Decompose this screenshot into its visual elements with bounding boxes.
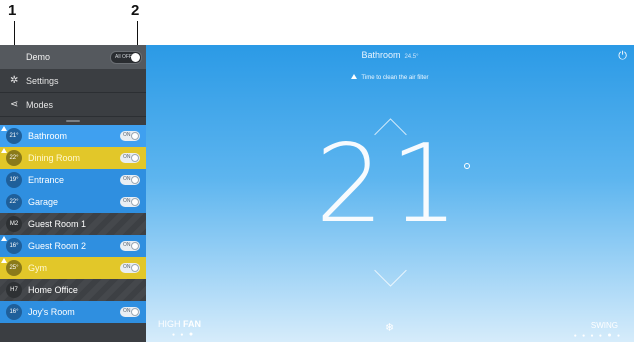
warning-icon xyxy=(1,236,7,241)
room-name: Guest Room 2 xyxy=(28,241,87,251)
callout-2: 2 xyxy=(131,2,140,19)
room-toggle-label: ON xyxy=(123,242,131,248)
room-toggle[interactable]: ON xyxy=(120,263,140,273)
room-name: Garage xyxy=(28,197,59,207)
room-name: Dining Room xyxy=(28,153,81,163)
room-mode-badge: M2 xyxy=(6,216,22,232)
room-item-joys-room[interactable]: 16° Joy's Room ON xyxy=(0,301,146,323)
swing-control[interactable]: SWING xyxy=(591,321,618,330)
room-toggle-label: ON xyxy=(123,176,131,182)
warning-icon xyxy=(351,74,358,79)
room-temp-badge: 22° xyxy=(6,194,22,210)
room-name: Entrance xyxy=(28,175,65,185)
thermostat-app: Demo All OFF ✲ Settings ⋖ Modes 21° Bath… xyxy=(0,45,634,342)
sidebar-header: Demo All OFF xyxy=(0,45,146,69)
cooling-mode-icon[interactable]: ❄ xyxy=(385,321,394,334)
sidebar: Demo All OFF ✲ Settings ⋖ Modes 21° Bath… xyxy=(0,45,146,342)
room-title-name: Bathroom xyxy=(361,50,401,60)
room-name: Home Office xyxy=(28,285,78,295)
room-title: Bathroom 24.5° xyxy=(146,50,634,60)
menu-item-modes[interactable]: ⋖ Modes xyxy=(0,93,146,117)
degree-symbol-icon xyxy=(464,163,470,169)
menu-item-settings[interactable]: ✲ Settings xyxy=(0,69,146,93)
filter-notice: Time to clean the air filter xyxy=(146,74,634,81)
room-mode-badge: H7 xyxy=(6,282,22,298)
room-temp-badge: 25° xyxy=(6,260,22,276)
modes-icon: ⋖ xyxy=(10,99,19,110)
room-item-entrance[interactable]: 19° Entrance ON xyxy=(0,169,146,191)
room-toggle[interactable]: ON xyxy=(120,131,140,141)
demo-label: Demo xyxy=(26,52,51,62)
setpoint-temperature: 21 xyxy=(315,122,465,247)
room-temp-badge: 19° xyxy=(6,172,22,188)
room-temp-badge: 16° xyxy=(6,238,22,254)
warning-icon xyxy=(1,126,7,131)
room-temp-badge: 21° xyxy=(6,128,22,144)
room-item-guest-room-1[interactable]: M2 Guest Room 1 xyxy=(0,213,146,235)
room-toggle-label: ON xyxy=(123,132,131,138)
warning-icon xyxy=(1,258,7,263)
room-item-garage[interactable]: 22° Garage ON xyxy=(0,191,146,213)
room-item-gym[interactable]: 25° Gym ON xyxy=(0,257,146,279)
fan-label: FAN xyxy=(183,319,202,329)
room-toggle-label: ON xyxy=(123,198,131,204)
room-item-dining-room[interactable]: 22° Dining Room ON xyxy=(0,147,146,169)
filter-notice-text: Time to clean the air filter xyxy=(361,75,429,81)
room-temp-badge: 16° xyxy=(6,304,22,320)
room-toggle-label: ON xyxy=(123,264,131,270)
main-panel: Bathroom 24.5° ⏻ Time to clean the air fi… xyxy=(146,45,634,342)
room-toggle[interactable]: ON xyxy=(120,241,140,251)
room-temp-badge: 22° xyxy=(6,150,22,166)
room-toggle-label: ON xyxy=(123,308,131,314)
fan-pager-dots: ● ● ● xyxy=(172,331,196,338)
fan-speed-value: HIGH xyxy=(158,319,181,329)
menu-item-settings-label: Settings xyxy=(26,75,59,86)
room-toggle[interactable]: ON xyxy=(120,175,140,185)
room-name: Guest Room 1 xyxy=(28,219,87,229)
drag-handle-bar xyxy=(66,120,80,122)
room-name: Bathroom xyxy=(28,131,68,141)
room-toggle[interactable]: ON xyxy=(120,197,140,207)
room-item-bathroom[interactable]: 21° Bathroom ON xyxy=(0,125,146,147)
warning-icon xyxy=(1,148,7,153)
all-off-toggle-label: All OFF xyxy=(115,54,132,60)
room-toggle-label: ON xyxy=(123,154,131,160)
room-toggle[interactable]: ON xyxy=(120,153,140,163)
room-item-guest-room-2[interactable]: 16° Guest Room 2 ON xyxy=(0,235,146,257)
drag-handle[interactable] xyxy=(0,117,146,125)
room-item-home-office[interactable]: H7 Home Office xyxy=(0,279,146,301)
power-icon[interactable]: ⏻ xyxy=(618,50,627,63)
menu-item-modes-label: Modes xyxy=(26,99,54,110)
callout-1: 1 xyxy=(8,2,17,19)
fan-speed-control[interactable]: HIGH FAN xyxy=(158,319,201,329)
all-off-toggle[interactable]: All OFF xyxy=(110,51,142,64)
room-name: Gym xyxy=(28,263,47,273)
room-toggle[interactable]: ON xyxy=(120,307,140,317)
temp-down-chevron-icon[interactable] xyxy=(374,254,407,287)
room-name: Joy's Room xyxy=(28,307,75,317)
room-current-temp: 24.5° xyxy=(404,54,419,60)
settings-icon: ✲ xyxy=(10,75,19,86)
swing-pager-dots: ● ● ● ● ● ● xyxy=(573,332,622,339)
